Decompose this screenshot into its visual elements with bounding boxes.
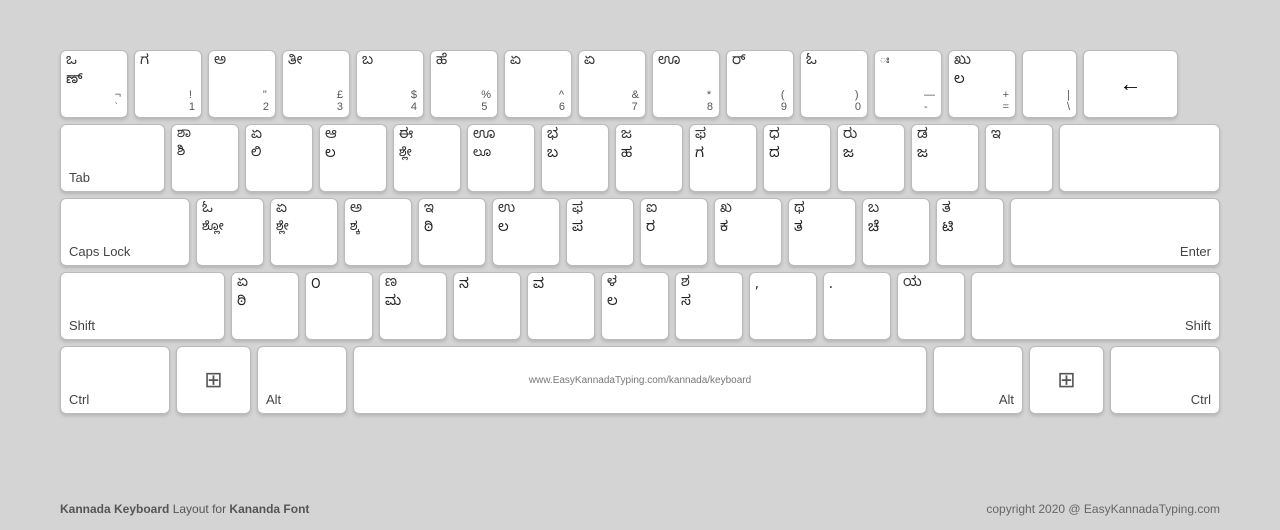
key-pipe[interactable]: |\: [1022, 50, 1077, 118]
key-period[interactable]: .: [823, 272, 891, 340]
key-9[interactable]: ರ್ (9: [726, 50, 794, 118]
space-url-label: www.EasyKannadaTyping.com/kannada/keyboa…: [529, 375, 751, 386]
key-g[interactable]: ಉ ಲ: [492, 198, 560, 266]
key-2[interactable]: ಅ "2: [208, 50, 276, 118]
keyboard: ಒ ಣ್ ¬` ಗ !1 ಅ "2 ತೀ £3: [60, 50, 1220, 420]
key-quote[interactable]: ತ ಟಿ: [936, 198, 1004, 266]
key-semicolon[interactable]: ಬ ಚೆ: [862, 198, 930, 266]
key-e[interactable]: ಆ ಲ: [319, 124, 387, 192]
key-j[interactable]: ಐ ರ: [640, 198, 708, 266]
key-6[interactable]: ಏ ^6: [504, 50, 572, 118]
tab-key[interactable]: Tab: [60, 124, 165, 192]
key-x[interactable]: ೦: [305, 272, 373, 340]
key-z[interactable]: ಏ ಠಿ: [231, 272, 299, 340]
zxcv-row: Shift ಏ ಠಿ ೦ ಣ ಮ ನ: [60, 272, 1220, 340]
key-c[interactable]: ಣ ಮ: [379, 272, 447, 340]
key-slash[interactable]: ಯ: [897, 272, 965, 340]
ctrl-left-key[interactable]: Ctrl: [60, 346, 170, 414]
alt-left-key[interactable]: Alt: [257, 346, 347, 414]
key-q[interactable]: ಶಾ ಶಿ: [171, 124, 239, 192]
footer-subtitle: Layout for: [173, 502, 226, 516]
key-m[interactable]: ಶ ಸ: [675, 272, 743, 340]
key-d[interactable]: ಅ ಶ್ಕ: [344, 198, 412, 266]
key-i[interactable]: ಫ ಗ: [689, 124, 757, 192]
ctrl-right-key[interactable]: Ctrl: [1110, 346, 1220, 414]
footer-left: Kannada Keyboard Layout for Kananda Font: [60, 502, 309, 516]
key-5[interactable]: ಹೆ %5: [430, 50, 498, 118]
key-n[interactable]: ಳ ಲ: [601, 272, 669, 340]
key-b[interactable]: ವ: [527, 272, 595, 340]
win-left-key[interactable]: ⊞: [176, 346, 251, 414]
font-name: Kananda Font: [229, 502, 309, 516]
key-f[interactable]: ಇ ಠಿ: [418, 198, 486, 266]
key-7[interactable]: ಏ &7: [578, 50, 646, 118]
key-enter-top[interactable]: [1059, 124, 1220, 192]
key-s[interactable]: ಏ ಶ್ಲೇ: [270, 198, 338, 266]
key-l[interactable]: ಥ ತ: [788, 198, 856, 266]
key-0[interactable]: ಓ )0: [800, 50, 868, 118]
caps-lock-label: Caps Lock: [69, 244, 130, 259]
key-h[interactable]: ಫ ಪ: [566, 198, 634, 266]
key-minus[interactable]: ಃ —-: [874, 50, 942, 118]
key-backtick[interactable]: ಒ ಣ್ ¬`: [60, 50, 128, 118]
key-p[interactable]: ರು ಜ: [837, 124, 905, 192]
key-equals[interactable]: ಖು ಲ +=: [948, 50, 1016, 118]
shift-right-key[interactable]: Shift: [971, 272, 1220, 340]
key-8[interactable]: ಊ *8: [652, 50, 720, 118]
backspace-key[interactable]: ←: [1083, 50, 1178, 118]
key-1[interactable]: ಗ !1: [134, 50, 202, 118]
key-k[interactable]: ಖ ಕ: [714, 198, 782, 266]
alt-right-key[interactable]: Alt: [933, 346, 1023, 414]
keyboard-title: Kannada Keyboard: [60, 502, 169, 516]
shift-left-key[interactable]: Shift: [60, 272, 225, 340]
key-r[interactable]: ಈ ಶ್ಲೇ: [393, 124, 461, 192]
footer-copyright: copyright 2020 @ EasyKannadaTyping.com: [986, 502, 1220, 516]
key-comma[interactable]: ,: [749, 272, 817, 340]
qwerty-row: Tab ಶಾ ಶಿ ಏ ಲಿ ಆ ಲ ಈ ಶ್ಲೇ: [60, 124, 1220, 192]
key-w[interactable]: ಏ ಲಿ: [245, 124, 313, 192]
key-a[interactable]: ಓ ಶ್ಲೋ: [196, 198, 264, 266]
key-bracket-l[interactable]: ಡ ಜ: [911, 124, 979, 192]
key-4[interactable]: ಬ $4: [356, 50, 424, 118]
key-t[interactable]: ಊ ಲೂ: [467, 124, 535, 192]
win-right-key[interactable]: ⊞: [1029, 346, 1104, 414]
key-o[interactable]: ಧ ದ: [763, 124, 831, 192]
key-bracket-r[interactable]: ಇ: [985, 124, 1053, 192]
number-row: ಒ ಣ್ ¬` ಗ !1 ಅ "2 ತೀ £3: [60, 50, 1220, 118]
key-y[interactable]: ಭ ಬ: [541, 124, 609, 192]
key-u[interactable]: ಜ ಹ: [615, 124, 683, 192]
asdf-row: Caps Lock ಓ ಶ್ಲೋ ಏ ಶ್ಲೇ ಅ ಶ್ಕ ಇ ಠಿ: [60, 198, 1220, 266]
enter-key[interactable]: Enter: [1010, 198, 1220, 266]
caps-lock-key[interactable]: Caps Lock: [60, 198, 190, 266]
bottom-row: Ctrl ⊞ Alt www.EasyKannadaTyping.com/kan…: [60, 346, 1220, 414]
footer: Kannada Keyboard Layout for Kananda Font…: [60, 502, 1220, 516]
key-3[interactable]: ತೀ £3: [282, 50, 350, 118]
space-key[interactable]: www.EasyKannadaTyping.com/kannada/keyboa…: [353, 346, 927, 414]
key-v[interactable]: ನ: [453, 272, 521, 340]
